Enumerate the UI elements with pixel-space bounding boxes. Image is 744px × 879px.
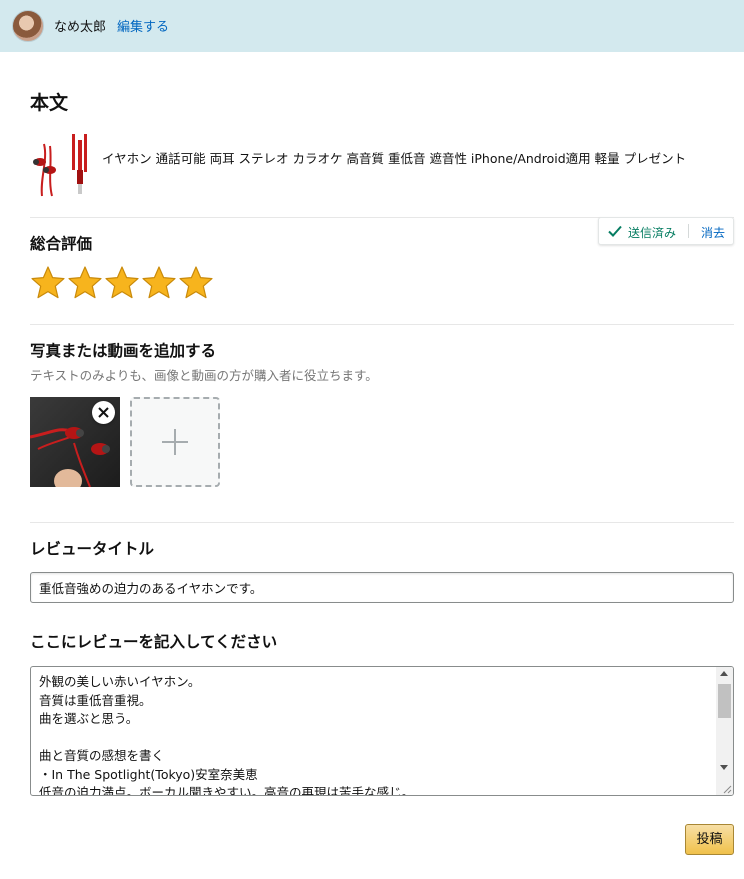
submit-button[interactable]: 投稿 — [685, 824, 734, 855]
review-title-heading: レビュータイトル — [30, 540, 155, 558]
profile-header: なめ太郎 編集する — [0, 0, 744, 52]
divider — [30, 522, 734, 523]
star-icon[interactable] — [67, 265, 103, 301]
product-title[interactable]: イヤホン 通話可能 両耳 ステレオ カラオケ 高音質 重低音 遮音性 iPhon… — [102, 148, 722, 167]
star-icon[interactable] — [30, 265, 66, 301]
review-body-textarea[interactable]: 外観の美しい赤いイヤホン。 音質は重低音重視。 曲を選ぶと思う。 曲と音質の感想… — [30, 666, 734, 796]
rating-status-box: 送信済み 消去 — [598, 217, 734, 245]
scroll-down-arrow-icon[interactable] — [720, 765, 728, 770]
rating-heading: 総合評価 — [30, 235, 93, 253]
review-body-text[interactable]: 外観の美しい赤いイヤホン。 音質は重低音重視。 曲を選ぶと思う。 曲と音質の感想… — [39, 673, 715, 795]
star-icon[interactable] — [104, 265, 140, 301]
close-icon — [98, 407, 109, 418]
scroll-up-arrow-icon[interactable] — [720, 671, 728, 676]
status-submitted-label: 送信済み — [628, 226, 677, 240]
star-icon[interactable] — [141, 265, 177, 301]
star-rating[interactable] — [30, 265, 214, 301]
resize-grip-icon[interactable] — [722, 784, 732, 794]
page-title: 本文 — [30, 92, 69, 114]
review-title-input[interactable] — [30, 572, 734, 603]
scrollbar-thumb[interactable] — [718, 684, 731, 718]
divider — [30, 324, 734, 325]
product-image — [30, 130, 92, 198]
avatar[interactable] — [12, 10, 44, 42]
edit-profile-link[interactable]: 編集する — [117, 16, 169, 35]
check-icon — [608, 225, 622, 237]
add-media-button[interactable] — [130, 397, 220, 487]
media-subtext: テキストのみよりも、画像と動画の方が購入者に役立ちます。 — [30, 368, 378, 383]
username: なめ太郎 — [54, 20, 107, 35]
clear-rating-link[interactable]: 消去 — [701, 224, 725, 241]
star-icon[interactable] — [178, 265, 214, 301]
plus-icon — [162, 429, 188, 455]
status-separator — [688, 224, 689, 238]
textarea-scrollbar[interactable] — [716, 667, 733, 795]
media-heading: 写真または動画を追加する — [30, 342, 217, 360]
remove-photo-button[interactable] — [92, 401, 115, 424]
review-body-heading: ここにレビューを記入してください — [30, 633, 278, 651]
